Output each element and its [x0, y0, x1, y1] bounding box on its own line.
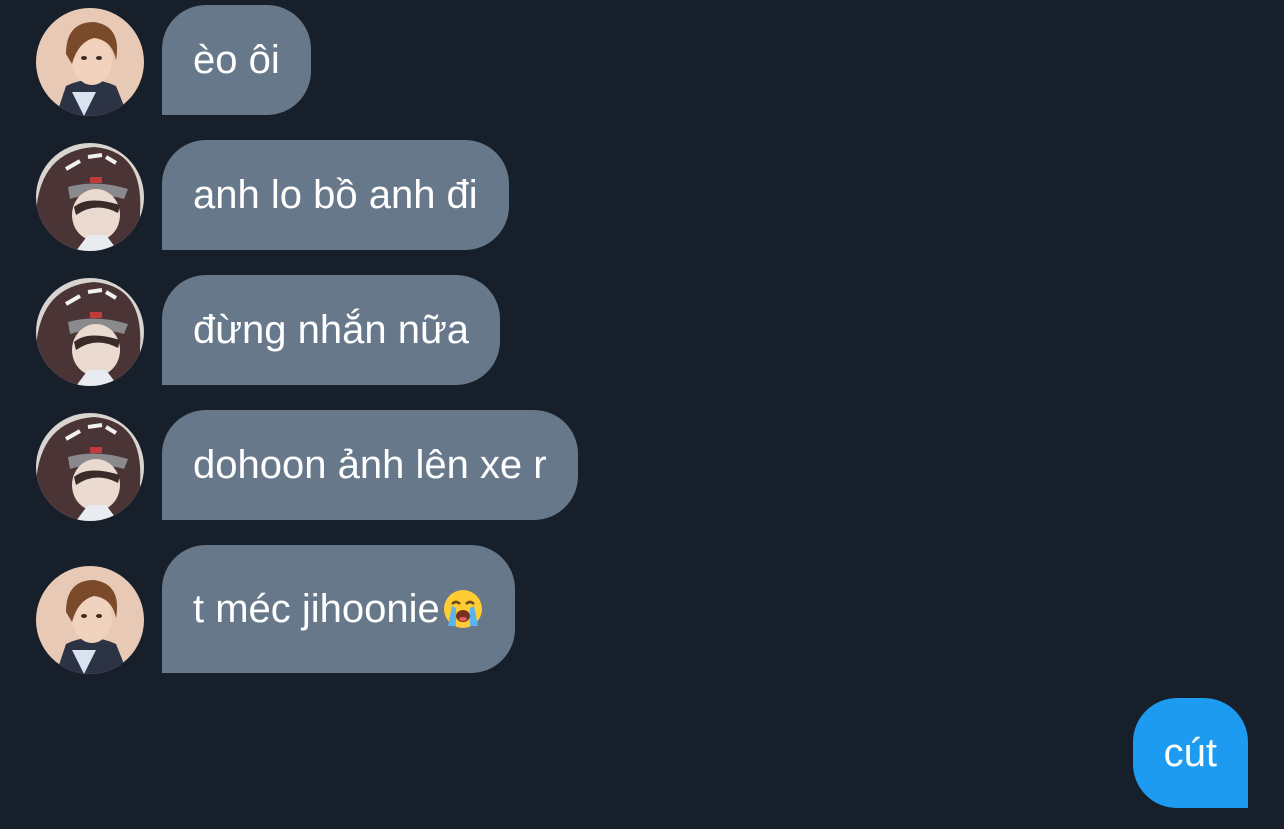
- message-text: dohoon ảnh lên xe r: [193, 443, 547, 487]
- message-text: èo ôi: [193, 38, 280, 82]
- sent-bubble[interactable]: cút: [1132, 698, 1248, 808]
- received-bubble[interactable]: èo ôi: [162, 5, 311, 115]
- received-bubble[interactable]: t méc jihoonie: [162, 545, 515, 673]
- message-text: anh lo bồ anh đi: [193, 173, 478, 217]
- avatar-photo-icon: [36, 278, 144, 386]
- received-bubble[interactable]: đừng nhắn nữa: [162, 275, 500, 385]
- avatar[interactable]: [36, 143, 144, 251]
- loudly-crying-face-icon: [442, 588, 484, 630]
- avatar[interactable]: [36, 413, 144, 521]
- avatar[interactable]: [36, 278, 144, 386]
- received-bubble[interactable]: anh lo bồ anh đi: [162, 140, 509, 250]
- message-text: t méc jihoonie: [193, 587, 440, 631]
- avatar[interactable]: [36, 8, 144, 116]
- message-text: cút: [1163, 731, 1217, 775]
- avatar-photo-icon: [36, 143, 144, 251]
- avatar-photo-icon: [36, 8, 144, 116]
- avatar-photo-icon: [36, 413, 144, 521]
- avatar[interactable]: [36, 566, 144, 674]
- avatar-photo-icon: [36, 566, 144, 674]
- received-bubble[interactable]: dohoon ảnh lên xe r: [162, 410, 578, 520]
- message-text: đừng nhắn nữa: [193, 308, 469, 352]
